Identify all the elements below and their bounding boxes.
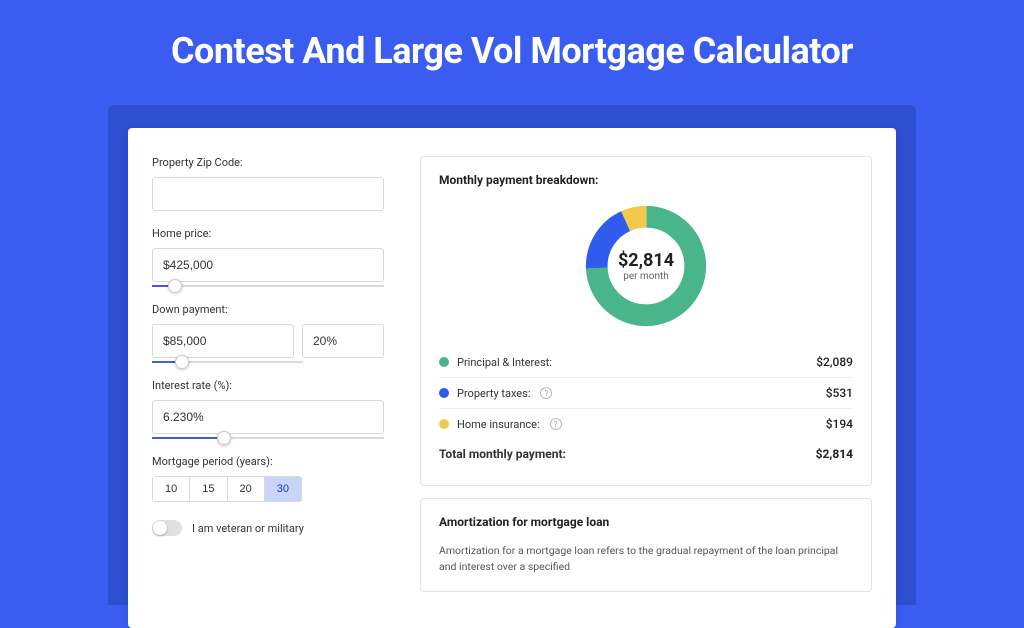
donut-wrap: $2,814 per month (439, 201, 853, 331)
legend-row: Home insurance:? $194 (439, 409, 853, 439)
legend-row: Principal & Interest: $2,089 (439, 347, 853, 378)
down-payment-pct-input[interactable] (302, 324, 384, 358)
total-label: Total monthly payment: (439, 447, 566, 461)
breakdown-panel: Monthly payment breakdown: $2,814 per mo… (420, 156, 872, 486)
donut-amount: $2,814 (618, 250, 674, 271)
calculator-card: Property Zip Code: Home price: Down paym… (128, 128, 896, 628)
interest-slider-fill (152, 437, 224, 439)
veteran-toggle-knob (153, 521, 167, 535)
period-option-20[interactable]: 20 (228, 477, 265, 501)
page-title: Contest And Large Vol Mortgage Calculato… (0, 0, 1024, 92)
donut-sub: per month (623, 271, 669, 282)
form-column: Property Zip Code: Home price: Down paym… (128, 128, 408, 628)
legend-label: Property taxes: (457, 387, 530, 400)
legend-label: Home insurance: (457, 418, 540, 431)
interest-group: Interest rate (%): (152, 379, 384, 439)
veteran-toggle[interactable] (152, 520, 182, 536)
period-option-10[interactable]: 10 (153, 477, 190, 501)
down-payment-input[interactable] (152, 324, 294, 358)
zip-field-group: Property Zip Code: (152, 156, 384, 211)
home-price-input[interactable] (152, 248, 384, 282)
home-price-slider[interactable] (152, 285, 384, 287)
period-option-30[interactable]: 30 (265, 477, 301, 501)
legend-value: $2,089 (816, 355, 853, 369)
interest-slider-thumb[interactable] (217, 431, 231, 445)
legend-value: $531 (826, 386, 853, 400)
total-row: Total monthly payment: $2,814 (439, 439, 853, 469)
veteran-label: I am veteran or military (192, 522, 304, 535)
home-price-group: Home price: (152, 227, 384, 287)
legend-label: Principal & Interest: (457, 356, 552, 369)
info-icon[interactable]: ? (540, 387, 552, 399)
down-payment-group: Down payment: (152, 303, 384, 363)
legend-dot (439, 357, 449, 367)
amortization-text: Amortization for a mortgage loan refers … (439, 543, 853, 575)
period-option-15[interactable]: 15 (190, 477, 227, 501)
period-button-group: 10152030 (152, 476, 302, 502)
interest-slider[interactable] (152, 437, 384, 439)
period-group-wrap: Mortgage period (years): 10152030 (152, 455, 384, 502)
down-payment-label: Down payment: (152, 303, 384, 316)
total-value: $2,814 (816, 447, 853, 461)
donut-center: $2,814 per month (581, 201, 711, 331)
down-payment-slider[interactable] (152, 361, 303, 363)
legend-value: $194 (826, 417, 853, 431)
breakdown-title: Monthly payment breakdown: (439, 173, 853, 187)
veteran-row: I am veteran or military (152, 520, 384, 536)
period-label: Mortgage period (years): (152, 455, 384, 468)
interest-input[interactable] (152, 400, 384, 434)
legend-dot (439, 419, 449, 429)
legend-dot (439, 388, 449, 398)
home-price-label: Home price: (152, 227, 384, 240)
donut-chart: $2,814 per month (581, 201, 711, 331)
legend-row: Property taxes:? $531 (439, 378, 853, 409)
down-payment-slider-thumb[interactable] (175, 355, 189, 369)
info-icon[interactable]: ? (550, 418, 562, 430)
zip-label: Property Zip Code: (152, 156, 384, 169)
zip-input[interactable] (152, 177, 384, 211)
results-column: Monthly payment breakdown: $2,814 per mo… (408, 128, 896, 628)
amortization-title: Amortization for mortgage loan (439, 515, 853, 529)
amortization-panel: Amortization for mortgage loan Amortizat… (420, 498, 872, 592)
home-price-slider-thumb[interactable] (168, 279, 182, 293)
interest-label: Interest rate (%): (152, 379, 384, 392)
